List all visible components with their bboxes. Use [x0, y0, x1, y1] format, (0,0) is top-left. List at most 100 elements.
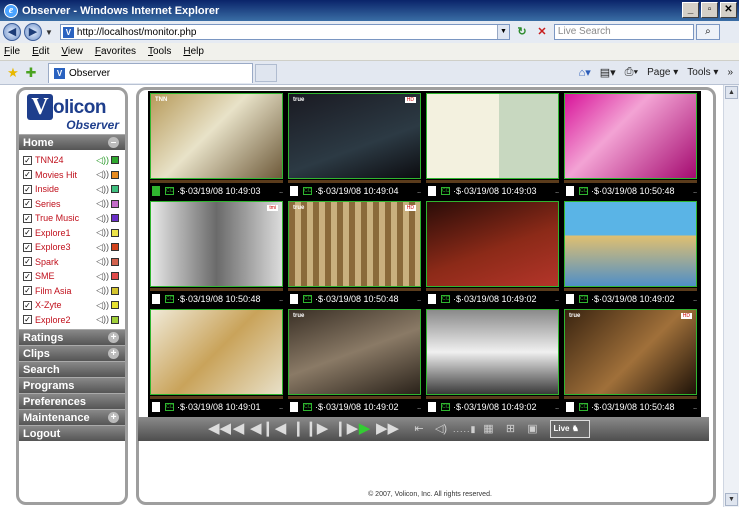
live-button[interactable]: Live ♞: [550, 420, 591, 438]
document-icon[interactable]: [152, 186, 160, 196]
document-icon[interactable]: [290, 186, 298, 196]
speaker-icon[interactable]: ◁)): [96, 256, 109, 267]
channel-name[interactable]: Movies Hit: [35, 170, 77, 180]
channel-item[interactable]: ✓ Spark ◁)): [23, 255, 125, 270]
forward-icon[interactable]: ▶: [24, 23, 42, 41]
channel-name[interactable]: X-Zyte: [35, 300, 62, 310]
cc-icon[interactable]: CC: [579, 295, 588, 303]
cc-icon[interactable]: CC: [303, 187, 312, 195]
expand-icon[interactable]: +: [108, 412, 119, 423]
channel-checkbox[interactable]: ✓: [23, 155, 32, 165]
page-menu[interactable]: Page ▾: [647, 67, 678, 78]
document-icon[interactable]: [428, 294, 436, 304]
cc-icon[interactable]: CC: [579, 403, 588, 411]
video-thumbnail[interactable]: [426, 309, 559, 395]
scroll-down-icon[interactable]: ▼: [725, 493, 738, 506]
cc-icon[interactable]: CC: [579, 187, 588, 195]
channel-name[interactable]: Film Asia: [35, 286, 72, 296]
cc-icon[interactable]: CC: [303, 403, 312, 411]
video-thumbnail[interactable]: true HD: [564, 309, 697, 395]
pause-icon[interactable]: ❙❙: [292, 419, 317, 439]
menu-favorites[interactable]: Favorites: [95, 46, 136, 57]
more-icon[interactable]: ..: [693, 296, 697, 303]
section-search[interactable]: Search: [19, 361, 125, 377]
more-icon[interactable]: ..: [555, 404, 559, 411]
video-thumbnail[interactable]: [564, 93, 697, 179]
document-icon[interactable]: [566, 294, 574, 304]
back-play-icon[interactable]: ◀: [271, 419, 290, 439]
channel-checkbox[interactable]: ✓: [23, 170, 32, 180]
channel-checkbox[interactable]: ✓: [23, 228, 32, 238]
single-view-icon[interactable]: ▣: [522, 419, 542, 439]
channel-item[interactable]: ✓ Film Asia ◁)): [23, 284, 125, 299]
video-thumbnail[interactable]: TNN: [150, 93, 283, 179]
cc-icon[interactable]: CC: [165, 187, 174, 195]
section-logout[interactable]: Logout: [19, 425, 125, 441]
speaker-icon[interactable]: ◁)): [96, 271, 109, 282]
add-favorite-icon[interactable]: ✚: [24, 65, 38, 80]
more-icon[interactable]: ..: [417, 296, 421, 303]
minimize-button[interactable]: _: [682, 2, 699, 18]
document-icon[interactable]: [290, 294, 298, 304]
video-tile[interactable]: tmi CC ·$· 03/19/08 10:50:48..: [148, 199, 285, 307]
video-thumbnail[interactable]: true HD: [288, 93, 421, 179]
speaker-icon[interactable]: ◁)): [96, 242, 109, 253]
channel-item[interactable]: ✓ TNN24 ◁)): [23, 153, 125, 168]
channel-name[interactable]: TNN24: [35, 155, 64, 165]
channel-name[interactable]: Explore2: [35, 315, 71, 325]
play-icon[interactable]: ▶: [355, 419, 374, 439]
video-tile[interactable]: true HD CC ·$· 03/19/08 10:49:04..: [286, 91, 423, 199]
speaker-icon[interactable]: ◁)): [96, 213, 109, 224]
first-icon[interactable]: ◀◀: [208, 419, 231, 439]
section-clips[interactable]: Clips +: [19, 345, 125, 361]
video-tile[interactable]: true HD CC ·$· 03/19/08 10:50:48..: [562, 307, 699, 415]
document-icon[interactable]: [428, 402, 436, 412]
channel-checkbox[interactable]: ✓: [23, 184, 32, 194]
channel-item[interactable]: ✓ Explore1 ◁)): [23, 226, 125, 241]
speaker-icon[interactable]: ◁)): [96, 198, 109, 209]
channel-checkbox[interactable]: ✓: [23, 257, 32, 267]
more-icon[interactable]: ..: [555, 188, 559, 195]
more-icon[interactable]: ..: [417, 404, 421, 411]
video-tile[interactable]: CC ·$· 03/19/08 10:49:03..: [424, 91, 561, 199]
cc-icon[interactable]: CC: [441, 187, 450, 195]
volume-slider[interactable]: .....▮: [453, 424, 476, 435]
channel-name[interactable]: True Music: [35, 213, 79, 223]
section-home[interactable]: Home –: [19, 134, 125, 150]
speaker-icon[interactable]: ◁)): [96, 314, 109, 325]
more-icon[interactable]: ..: [417, 188, 421, 195]
channel-item[interactable]: ✓ Inside ◁)): [23, 182, 125, 197]
expand-icon[interactable]: +: [108, 348, 119, 359]
rewind-icon[interactable]: ◀: [229, 419, 248, 439]
video-tile[interactable]: CC ·$· 03/19/08 10:50:48..: [562, 91, 699, 199]
grid-2x2-icon[interactable]: ⊞: [500, 419, 520, 439]
channel-checkbox[interactable]: ✓: [23, 213, 32, 223]
more-icon[interactable]: ..: [693, 188, 697, 195]
history-dropdown-icon[interactable]: ▼: [45, 28, 53, 37]
speaker-icon[interactable]: ◁)): [96, 184, 109, 195]
video-tile[interactable]: CC ·$· 03/19/08 10:49:01..: [148, 307, 285, 415]
channel-item[interactable]: ✓ X-Zyte ◁)): [23, 298, 125, 313]
video-tile[interactable]: TNN CC ·$· 03/19/08 10:49:03..: [148, 91, 285, 199]
video-thumbnail[interactable]: [150, 309, 283, 395]
document-icon[interactable]: [152, 294, 160, 304]
channel-name[interactable]: Series: [35, 199, 61, 209]
stop-icon[interactable]: ✕: [534, 24, 550, 40]
video-tile[interactable]: CC ·$· 03/19/08 10:49:02..: [424, 199, 561, 307]
menu-tools[interactable]: Tools: [148, 46, 171, 57]
video-tile[interactable]: CC ·$· 03/19/08 10:49:02..: [562, 199, 699, 307]
cc-icon[interactable]: CC: [303, 295, 312, 303]
video-thumbnail[interactable]: tmi: [150, 201, 283, 287]
search-input[interactable]: Live Search: [553, 24, 694, 40]
section-preferences[interactable]: Preferences: [19, 393, 125, 409]
more-icon[interactable]: ..: [279, 188, 283, 195]
channel-checkbox[interactable]: ✓: [23, 242, 32, 252]
favorites-star-icon[interactable]: ★: [6, 65, 20, 80]
video-tile[interactable]: true CC ·$· 03/19/08 10:49:02..: [286, 307, 423, 415]
channel-name[interactable]: Explore3: [35, 242, 71, 252]
home-icon[interactable]: ⌂▾: [579, 66, 591, 79]
speaker-icon[interactable]: ◁)): [96, 300, 109, 311]
chevron-more-icon[interactable]: »: [727, 67, 733, 78]
video-thumbnail[interactable]: [426, 201, 559, 287]
speaker-icon[interactable]: ◁)): [96, 155, 109, 166]
